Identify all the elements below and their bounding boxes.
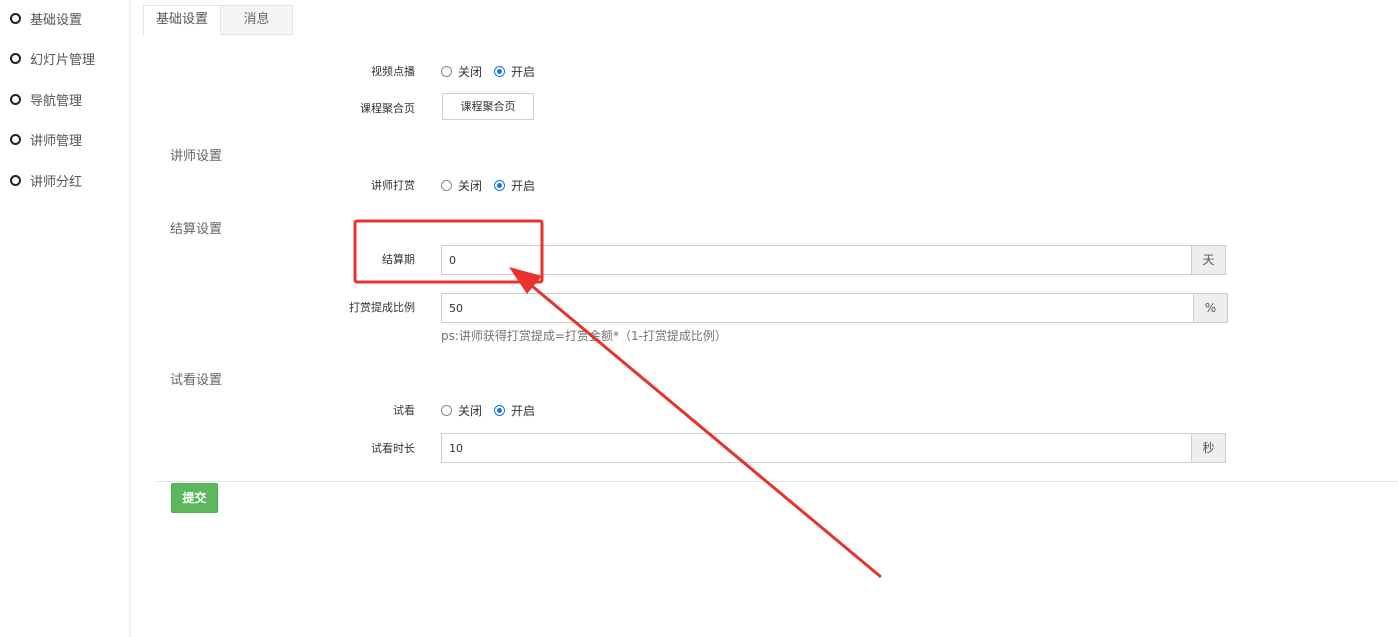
trial-on-radio[interactable]	[494, 405, 506, 416]
course-page-label: 课程聚合页	[360, 102, 415, 115]
radio-label: 开启	[511, 404, 536, 418]
arrow-line	[525, 279, 882, 579]
trial-radio-group: 关闭 开启	[441, 402, 547, 419]
sidebar-item-label: 导航管理	[30, 93, 83, 109]
lecturer-reward-radio-group: 关闭 开启	[441, 177, 547, 194]
circle-icon	[10, 174, 21, 186]
circle-icon	[10, 12, 21, 24]
settlement-period-label: 结算期	[382, 253, 415, 266]
radio-label: 关闭	[458, 179, 483, 193]
radio-label: 关闭	[458, 404, 483, 418]
video-on-demand-on-radio[interactable]	[494, 66, 506, 77]
sidebar-item-label: 讲师管理	[30, 133, 83, 149]
reward-ratio-label: 打赏提成比例	[349, 301, 415, 314]
sidebar-item-label: 幻灯片管理	[30, 52, 96, 68]
unit-addon: %	[1193, 293, 1228, 323]
lecturer-section-title: 讲师设置	[170, 149, 223, 164]
radio-label: 开启	[511, 179, 536, 193]
trial-label: 试看	[393, 404, 415, 417]
lecturer-reward-off-radio[interactable]	[441, 180, 452, 191]
unit-addon: 天	[1191, 245, 1226, 275]
sidebar-item-lecturers[interactable]: 讲师管理	[10, 129, 82, 149]
submit-button[interactable]: 提交	[171, 483, 218, 513]
sidebar-item-navigation[interactable]: 导航管理	[10, 89, 82, 109]
tab-bar: 基础设置 消息	[143, 5, 294, 35]
settlement-section-title: 结算设置	[170, 222, 223, 237]
sidebar-item-label: 基础设置	[30, 12, 83, 28]
sidebar-item-slides[interactable]: 幻灯片管理	[10, 48, 95, 68]
reward-ratio-input-group: %	[441, 293, 1228, 323]
circle-icon	[10, 133, 21, 145]
video-on-demand-off-radio[interactable]	[441, 66, 452, 77]
sidebar-item-basic-settings[interactable]: 基础设置	[10, 8, 82, 28]
reward-ratio-hint: ps:讲师获得打赏提成=打赏金额*（1-打赏提成比例）	[441, 329, 727, 343]
trial-duration-input-group: 秒	[441, 433, 1226, 463]
sidebar-item-lecturer-dividends[interactable]: 讲师分红	[10, 170, 82, 190]
form-divider	[156, 481, 1398, 482]
circle-icon	[10, 52, 21, 64]
tab-messages[interactable]: 消息	[221, 5, 294, 35]
radio-label: 开启	[511, 65, 536, 79]
video-on-demand-label: 视频点播	[371, 65, 415, 78]
trial-off-radio[interactable]	[441, 405, 452, 416]
sidebar-item-label: 讲师分红	[30, 174, 83, 190]
tab-basic-settings[interactable]: 基础设置	[143, 5, 222, 35]
trial-section-title: 试看设置	[170, 373, 223, 388]
reward-ratio-input[interactable]	[441, 293, 1193, 323]
trial-duration-input[interactable]	[441, 433, 1191, 463]
sidebar: 基础设置 幻灯片管理 导航管理 讲师管理 讲师分红	[0, 0, 130, 637]
circle-icon	[10, 93, 21, 105]
unit-addon: 秒	[1191, 433, 1226, 463]
lecturer-reward-on-radio[interactable]	[494, 180, 506, 191]
trial-duration-label: 试看时长	[371, 442, 415, 455]
lecturer-reward-label: 讲师打赏	[371, 179, 415, 192]
video-on-demand-radio-group: 关闭 开启	[441, 63, 547, 80]
course-page-button[interactable]: 课程聚合页	[442, 93, 534, 120]
radio-label: 关闭	[458, 65, 483, 79]
settlement-period-input-group: 天	[441, 245, 1226, 275]
settlement-period-input[interactable]	[441, 245, 1191, 275]
